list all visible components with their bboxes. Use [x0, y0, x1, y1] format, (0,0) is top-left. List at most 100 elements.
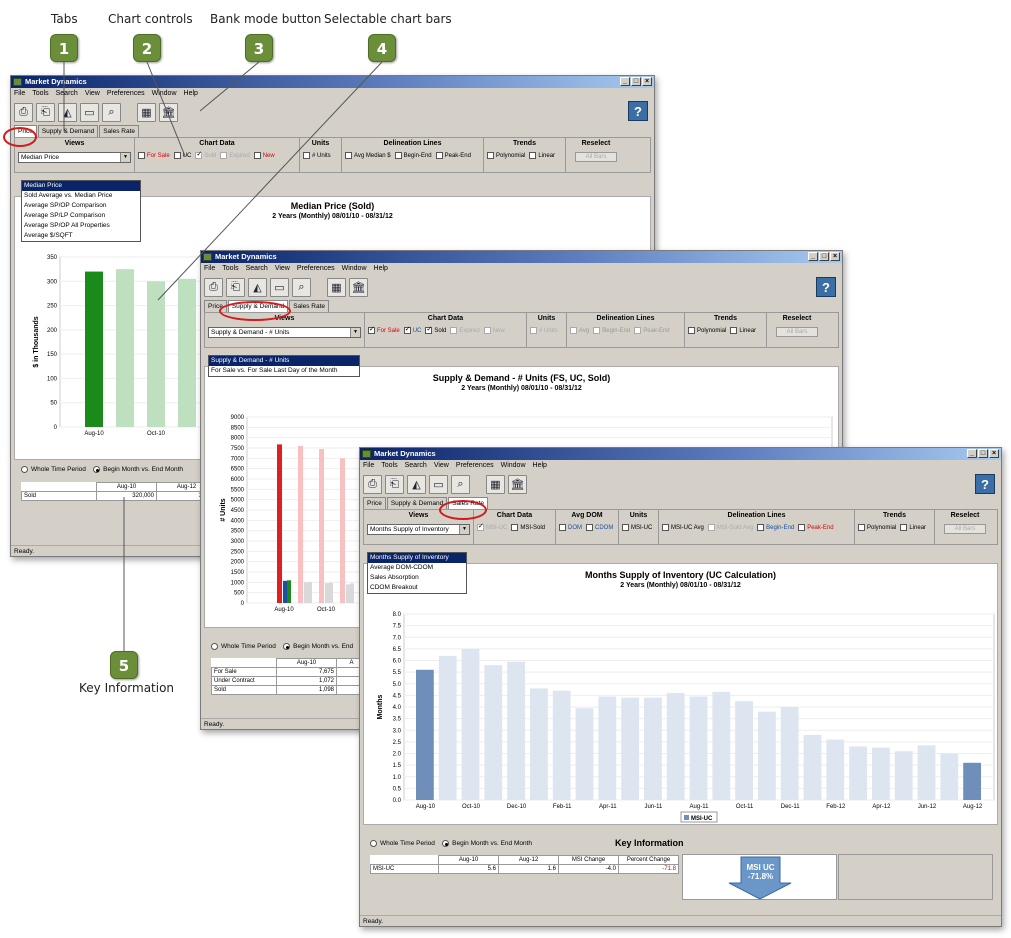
- begin-end-radio[interactable]: Begin Month vs. End Month: [93, 466, 183, 473]
- views-option[interactable]: Months Supply of Inventory: [368, 553, 466, 563]
- bank-mode-icon[interactable]: 🏛: [349, 277, 368, 297]
- menu-preferences[interactable]: Preferences: [297, 263, 335, 274]
- monitor-icon[interactable]: ▭: [270, 277, 289, 297]
- tab-supply-demand[interactable]: Supply & Demand: [386, 497, 448, 509]
- close-button[interactable]: ×: [830, 252, 840, 261]
- uc-checkbox[interactable]: UC: [173, 152, 191, 159]
- chart-export-icon[interactable]: ◭: [248, 277, 267, 297]
- tab-sales-rate[interactable]: Sales Rate: [99, 125, 139, 137]
- peak-end-checkbox[interactable]: Peak-End: [798, 524, 834, 531]
- bank-mode-icon[interactable]: 🏛: [159, 102, 178, 122]
- linear-checkbox[interactable]: Linear: [730, 327, 756, 334]
- menu-view[interactable]: View: [85, 88, 100, 99]
- menu-preferences[interactable]: Preferences: [107, 88, 145, 99]
- menu-window[interactable]: Window: [501, 460, 526, 471]
- begin-end-radio[interactable]: Begin Month vs. End: [283, 643, 353, 650]
- all-bars-button[interactable]: All Bars: [775, 327, 819, 337]
- begin-end-checkbox[interactable]: Begin-End: [757, 524, 794, 531]
- menu-file[interactable]: File: [14, 88, 25, 99]
- menu-view[interactable]: View: [275, 263, 290, 274]
- tab-sales-rate[interactable]: Sales Rate: [289, 300, 329, 312]
- minimize-button[interactable]: _: [967, 449, 977, 458]
- uc-checkbox[interactable]: UC: [403, 325, 421, 334]
- maximize-button[interactable]: □: [631, 77, 641, 86]
- units-checkbox[interactable]: # Units: [530, 327, 558, 334]
- views-option[interactable]: Average $/SQFT: [22, 231, 140, 241]
- menu-tools[interactable]: Tools: [381, 460, 397, 471]
- views-option[interactable]: Average DOM-CDOM: [368, 563, 466, 573]
- minimize-button[interactable]: _: [620, 77, 630, 86]
- views-option[interactable]: Average SP/OP All Properties: [22, 221, 140, 231]
- for-sale-checkbox[interactable]: For Sale: [368, 325, 400, 334]
- help-button[interactable]: ?: [975, 474, 995, 494]
- polynomial-checkbox[interactable]: Polynomial: [487, 152, 525, 159]
- minimize-button[interactable]: _: [808, 252, 818, 261]
- dom-checkbox[interactable]: DOM: [559, 524, 582, 531]
- views-option[interactable]: Sales Absorption: [368, 573, 466, 583]
- expired-checkbox[interactable]: Expired: [220, 152, 250, 159]
- cdom-checkbox[interactable]: CDOM: [586, 524, 613, 531]
- linear-checkbox[interactable]: Linear: [900, 524, 926, 531]
- for-sale-checkbox[interactable]: For Sale: [138, 152, 170, 159]
- views-option[interactable]: Supply & Demand - # Units: [209, 356, 359, 366]
- msi-uc-avg-checkbox[interactable]: MSI-UC Avg: [662, 524, 704, 531]
- menu-tools[interactable]: Tools: [222, 263, 238, 274]
- help-button[interactable]: ?: [628, 101, 648, 121]
- help-button[interactable]: ?: [816, 277, 836, 297]
- views-select[interactable]: Months Supply of Inventory: [367, 524, 470, 535]
- avg-checkbox[interactable]: Avg: [570, 327, 589, 334]
- menu-search[interactable]: Search: [405, 460, 427, 471]
- linear-checkbox[interactable]: Linear: [529, 152, 555, 159]
- new-checkbox[interactable]: New: [253, 152, 275, 159]
- menu-help[interactable]: Help: [184, 88, 198, 99]
- menu-help[interactable]: Help: [533, 460, 547, 471]
- all-bars-button[interactable]: All Bars: [943, 524, 987, 534]
- search-icon[interactable]: ⌕: [102, 102, 121, 122]
- views-select[interactable]: Supply & Demand - # Units: [208, 327, 361, 338]
- begin-end-checkbox[interactable]: Begin-End: [394, 152, 432, 159]
- monitor-icon[interactable]: ▭: [429, 474, 448, 494]
- bank-mode-icon[interactable]: 🏛: [508, 474, 527, 494]
- whole-time-radio[interactable]: Whole Time Period: [21, 466, 86, 473]
- msi-sold-checkbox[interactable]: MSI-Sold: [511, 524, 545, 531]
- views-option[interactable]: CDOM Breakout: [368, 583, 466, 593]
- close-button[interactable]: ×: [989, 449, 999, 458]
- monitor-icon[interactable]: ▭: [80, 102, 99, 122]
- search-icon[interactable]: ⌕: [292, 277, 311, 297]
- menu-help[interactable]: Help: [374, 263, 388, 274]
- menu-window[interactable]: Window: [152, 88, 177, 99]
- menu-view[interactable]: View: [434, 460, 449, 471]
- all-bars-button[interactable]: All Bars: [574, 152, 618, 162]
- peak-end-checkbox[interactable]: Peak-End: [435, 152, 471, 159]
- print-preview-icon[interactable]: ⎗: [36, 102, 55, 122]
- whole-time-radio[interactable]: Whole Time Period: [370, 840, 435, 847]
- polynomial-checkbox[interactable]: Polynomial: [688, 327, 726, 334]
- search-icon[interactable]: ⌕: [451, 474, 470, 494]
- print-icon[interactable]: ⎙: [204, 277, 223, 297]
- peak-end-checkbox[interactable]: Peak-End: [634, 327, 670, 334]
- sold-checkbox[interactable]: Sold: [425, 325, 446, 334]
- begin-end-radio[interactable]: Begin Month vs. End Month: [442, 840, 532, 847]
- menu-tools[interactable]: Tools: [32, 88, 48, 99]
- views-option[interactable]: For Sale vs. For Sale Last Day of the Mo…: [209, 366, 359, 376]
- chart-export-icon[interactable]: ◭: [58, 102, 77, 122]
- tab-supply-demand[interactable]: Supply & Demand: [37, 125, 99, 137]
- maximize-button[interactable]: □: [978, 449, 988, 458]
- units-checkbox[interactable]: # Units: [303, 152, 331, 159]
- table-icon[interactable]: ▦: [327, 277, 346, 297]
- table-icon[interactable]: ▦: [486, 474, 505, 494]
- chart-export-icon[interactable]: ◭: [407, 474, 426, 494]
- menu-file[interactable]: File: [363, 460, 374, 471]
- views-option[interactable]: Median Price: [22, 181, 140, 191]
- print-icon[interactable]: ⎙: [14, 102, 33, 122]
- msi-sold-avg-checkbox[interactable]: MSI-Sold Avg: [707, 524, 753, 531]
- menu-preferences[interactable]: Preferences: [456, 460, 494, 471]
- close-button[interactable]: ×: [642, 77, 652, 86]
- views-select[interactable]: Median Price: [18, 152, 131, 163]
- maximize-button[interactable]: □: [819, 252, 829, 261]
- whole-time-radio[interactable]: Whole Time Period: [211, 643, 276, 650]
- menu-window[interactable]: Window: [342, 263, 367, 274]
- print-icon[interactable]: ⎙: [363, 474, 382, 494]
- polynomial-checkbox[interactable]: Polynomial: [858, 524, 896, 531]
- new-checkbox[interactable]: New: [483, 327, 505, 334]
